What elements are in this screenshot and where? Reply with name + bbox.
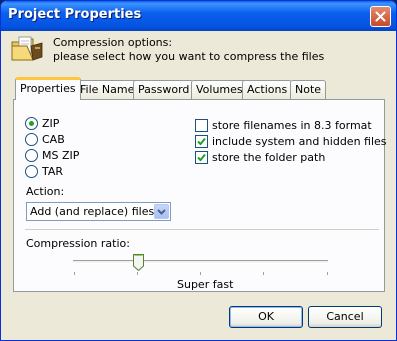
radio-cab[interactable]: CAB	[25, 132, 65, 146]
checkbox-store-83-label: store filenames in 8.3 format	[212, 118, 372, 132]
slider-tick	[327, 272, 328, 275]
radio-ms-zip-label: MS ZIP	[42, 148, 80, 162]
slider-tick	[137, 272, 138, 275]
action-select[interactable]: Add (and replace) files	[26, 202, 171, 221]
group-divider	[25, 229, 379, 230]
radio-tar-label: TAR	[42, 164, 64, 178]
title-bar[interactable]: Project Properties	[1, 1, 396, 31]
compression-ratio-label: Compression ratio:	[26, 237, 130, 250]
compression-value-label: Super fast	[177, 278, 234, 291]
radio-tar[interactable]: TAR	[25, 164, 63, 178]
checkbox-store-folder-box[interactable]	[195, 150, 208, 164]
radio-zip-label: ZIP	[42, 116, 60, 130]
slider-tick	[263, 272, 264, 275]
checkbox-include-hidden-box[interactable]	[195, 134, 208, 148]
tab-file-name[interactable]: File Name	[75, 80, 140, 100]
action-dropdown-button[interactable]	[154, 204, 169, 219]
chevron-down-icon	[157, 208, 166, 215]
header-line-2: please select how you want to compress t…	[53, 50, 325, 63]
checkbox-include-hidden-files[interactable]: include system and hidden files	[195, 134, 387, 148]
radio-ms-zip[interactable]: MS ZIP	[25, 148, 79, 162]
ok-button[interactable]: OK	[229, 306, 303, 328]
tab-volumes[interactable]: Volumes	[191, 80, 248, 100]
checkbox-include-hidden-label: include system and hidden files	[212, 134, 387, 148]
close-icon	[375, 11, 386, 22]
compression-slider-thumb[interactable]	[133, 254, 144, 271]
action-label: Action:	[26, 185, 65, 198]
checkbox-store-83-box[interactable]	[195, 118, 208, 132]
action-select-value: Add (and replace) files	[30, 205, 155, 218]
radio-cab-label: CAB	[42, 132, 65, 146]
radio-zip-circle[interactable]	[25, 116, 38, 130]
tab-actions[interactable]: Actions	[242, 80, 293, 100]
tab-note[interactable]: Note	[290, 80, 327, 100]
window-title: Project Properties	[8, 7, 142, 22]
close-button[interactable]	[370, 6, 391, 27]
cancel-button[interactable]: Cancel	[308, 306, 382, 328]
radio-cab-circle[interactable]	[25, 132, 38, 146]
tab-password[interactable]: Password	[133, 80, 195, 100]
slider-tick	[74, 272, 75, 275]
radio-ms-zip-circle[interactable]	[25, 148, 38, 162]
folder-icon	[11, 36, 43, 61]
header-description: Compression options: please select how y…	[53, 36, 324, 64]
checkbox-store-83-filenames[interactable]: store filenames in 8.3 format	[195, 118, 372, 132]
header-line-1: Compression options:	[53, 36, 173, 49]
tab-properties[interactable]: Properties	[15, 77, 81, 100]
checkbox-store-folder-path[interactable]: store the folder path	[195, 150, 325, 164]
compression-slider-track[interactable]	[73, 260, 328, 264]
check-mark-icon	[197, 153, 206, 161]
radio-zip[interactable]: ZIP	[25, 116, 59, 130]
project-properties-dialog: Project Properties Compression options: …	[0, 0, 397, 341]
check-mark-icon	[197, 137, 206, 145]
slider-tick	[200, 272, 201, 275]
radio-tar-circle[interactable]	[25, 164, 38, 178]
checkbox-store-folder-label: store the folder path	[212, 150, 326, 164]
